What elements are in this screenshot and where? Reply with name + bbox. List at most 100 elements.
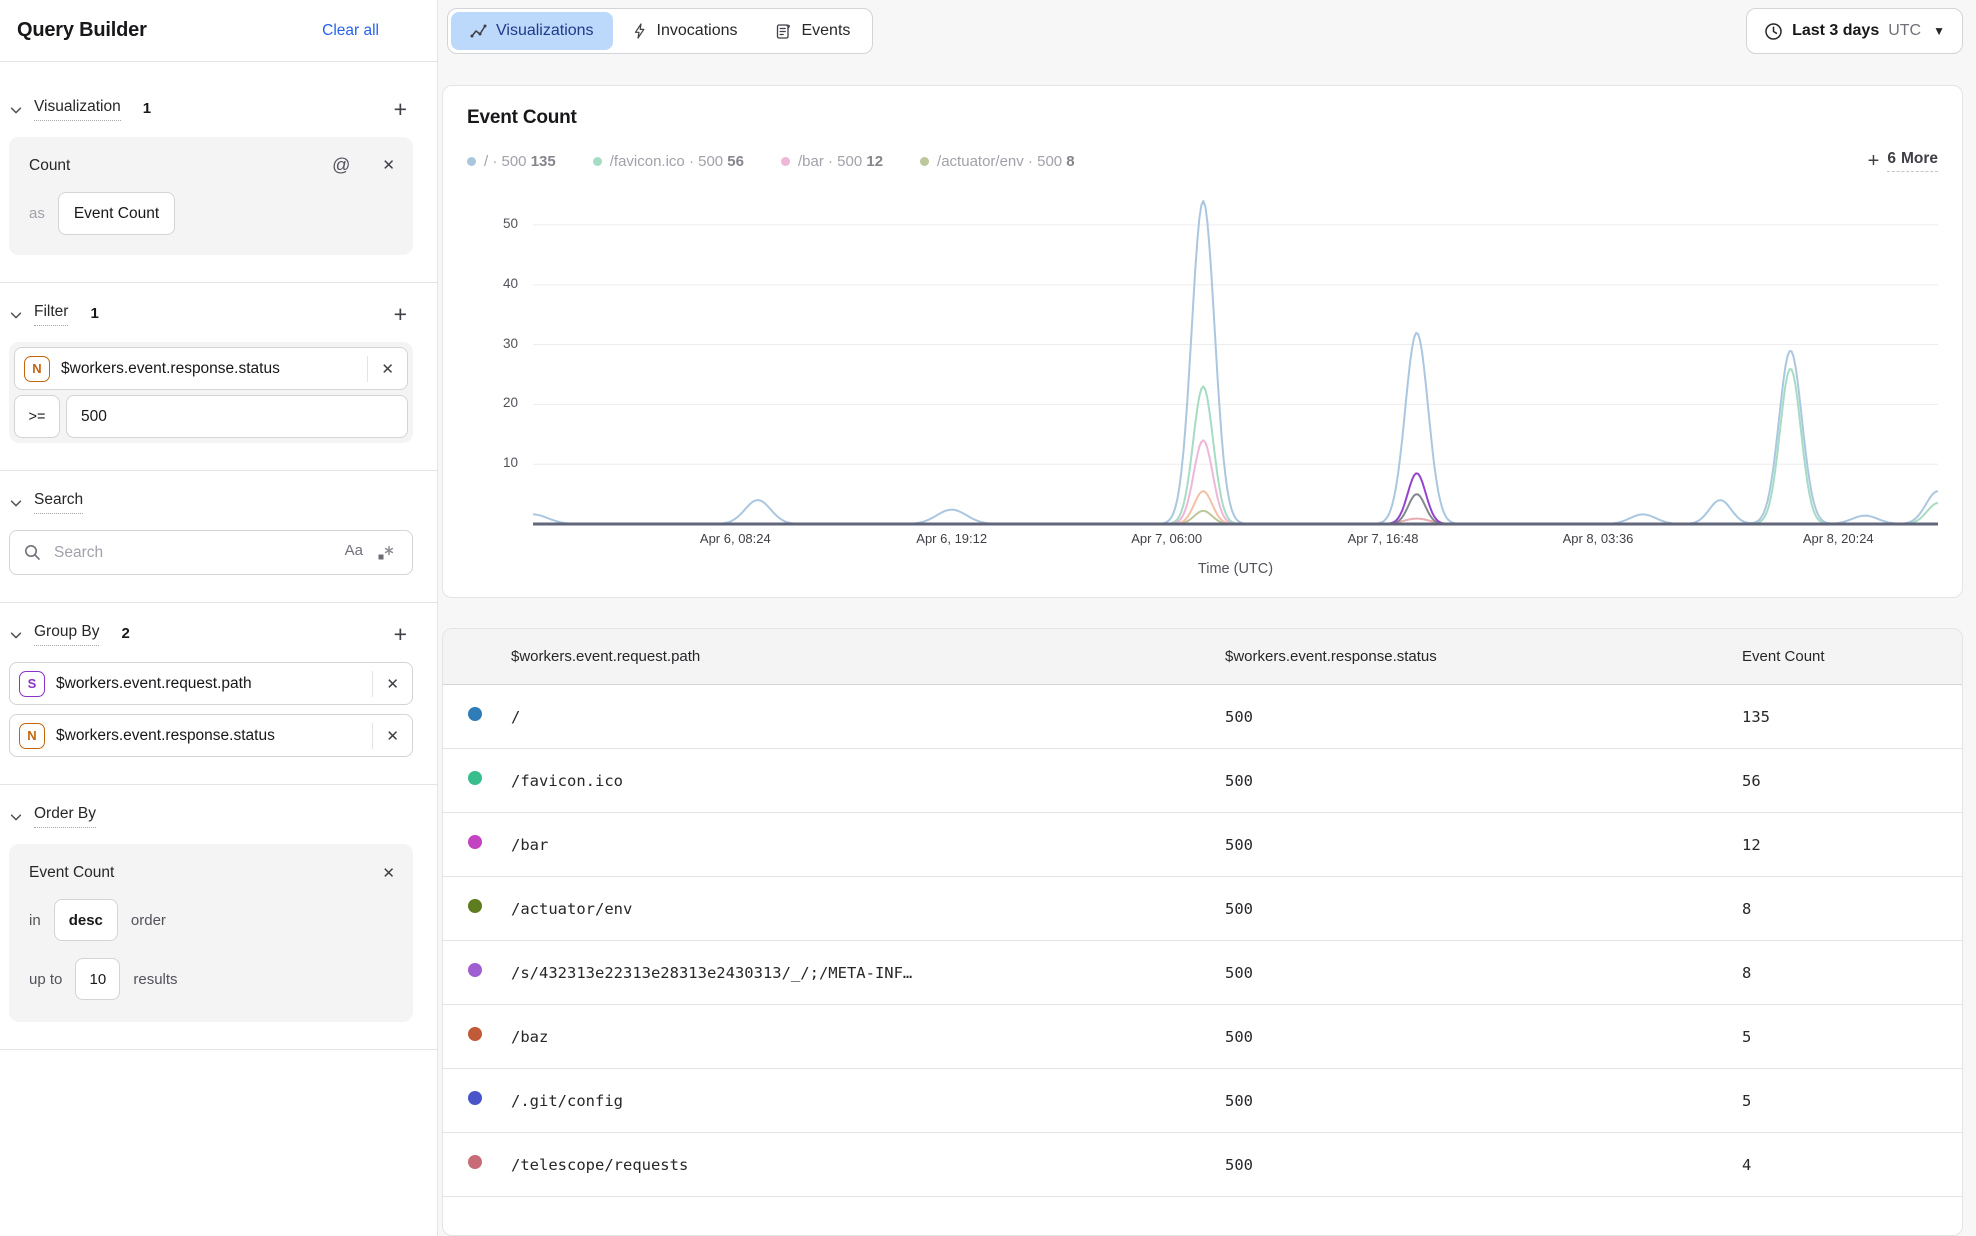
match-case-toggle[interactable]: Aa	[345, 542, 363, 559]
legend-label: /bar · 500 12	[798, 153, 883, 170]
cell-request-path: /	[511, 708, 1225, 726]
cell-response-status: 500	[1225, 772, 1742, 790]
legend-more-button[interactable]: + 6More	[1868, 150, 1938, 172]
cell-request-path: /telescope/requests	[511, 1156, 1225, 1174]
group-by-chip[interactable]: N $workers.event.response.status ✕	[9, 714, 413, 757]
series-color-dot	[468, 707, 482, 721]
search-section: Search Aa	[0, 471, 437, 602]
cell-response-status: 500	[1225, 836, 1742, 854]
legend-count: 135	[531, 153, 556, 170]
filter-operator-select[interactable]: >=	[14, 395, 60, 438]
remove-group-by-icon[interactable]: ✕	[373, 727, 412, 745]
visualization-alias-field[interactable]: Event Count	[58, 192, 175, 235]
x-tick-label: Apr 6, 08:24	[700, 531, 771, 546]
column-header-path: $workers.event.request.path	[511, 648, 1225, 665]
legend-label: /actuator/env · 500 8	[937, 153, 1075, 170]
page-title: Query Builder	[17, 19, 147, 42]
order-by-section-toggle[interactable]: Order By	[9, 805, 96, 828]
tab-label: Invocations	[657, 22, 738, 40]
legend-item[interactable]: /bar · 500 12	[781, 153, 883, 170]
event-log-icon	[775, 23, 792, 40]
table-row[interactable]: /.git/config5005	[443, 1069, 1962, 1133]
chart-legend: / · 500 135/favicon.ico · 500 56/bar · 5…	[467, 153, 1075, 170]
clear-all-button[interactable]: Clear all	[322, 22, 379, 40]
x-axis-labels: Apr 6, 08:24Apr 6, 19:12Apr 7, 06:00Apr …	[533, 531, 1938, 551]
filter-value-input[interactable]	[66, 395, 408, 438]
table-header-row: $workers.event.request.path $workers.eve…	[443, 629, 1962, 685]
x-tick-label: Apr 8, 03:36	[1563, 531, 1634, 546]
filter-field-name: $workers.event.response.status	[61, 360, 280, 378]
series-color-dot	[468, 1027, 482, 1041]
legend-item[interactable]: / · 500 135	[467, 153, 556, 170]
at-mention-icon[interactable]: @	[332, 155, 350, 176]
table-body: /500135/favicon.ico50056/bar50012/actuat…	[443, 685, 1962, 1197]
table-row[interactable]: /favicon.ico50056	[443, 749, 1962, 813]
series-color-dot	[468, 771, 482, 785]
legend-count: 8	[1066, 153, 1074, 170]
cell-event-count: 5	[1742, 1092, 1962, 1110]
table-row[interactable]: /actuator/env5008	[443, 877, 1962, 941]
series-color-dot	[468, 835, 482, 849]
group-by-section-toggle[interactable]: Group By 2	[9, 623, 130, 646]
order-by-section-label: Order By	[34, 805, 96, 828]
chevron-down-icon	[9, 103, 23, 117]
chart-series	[533, 369, 1938, 524]
cell-request-path: /favicon.ico	[511, 772, 1225, 790]
chart-plot	[533, 194, 1938, 526]
x-tick-label: Apr 8, 20:24	[1803, 531, 1874, 546]
cell-response-status: 500	[1225, 1156, 1742, 1174]
tab-label: Events	[801, 22, 850, 40]
cell-request-path: /bar	[511, 836, 1225, 854]
topbar: Visualizations Invocations Events Last 3…	[447, 8, 1963, 54]
table-row[interactable]: /telescope/requests5004	[443, 1133, 1962, 1197]
cell-event-count: 4	[1742, 1156, 1962, 1174]
table-row[interactable]: /500135	[443, 685, 1962, 749]
cell-response-status: 500	[1225, 708, 1742, 726]
result-limit-input[interactable]	[75, 958, 120, 1000]
filter-section-toggle[interactable]: Filter 1	[9, 303, 99, 326]
y-tick-label: 30	[503, 336, 518, 351]
table-row[interactable]: /s/432313e22313e28313e2430313/_/;/META-I…	[443, 941, 1962, 1005]
group-by-chip[interactable]: S $workers.event.request.path ✕	[9, 662, 413, 705]
add-group-by-button[interactable]: +	[394, 623, 407, 646]
remove-visualization-icon[interactable]: ✕	[382, 158, 395, 173]
visualization-section-label: Visualization	[34, 98, 121, 121]
legend-item[interactable]: /favicon.ico · 500 56	[593, 153, 744, 170]
visualization-section-toggle[interactable]: Visualization 1	[9, 98, 151, 121]
remove-order-by-icon[interactable]: ✕	[382, 866, 395, 881]
add-filter-button[interactable]: +	[394, 303, 407, 326]
sidebar-header: Query Builder Clear all	[0, 0, 437, 62]
number-type-badge: N	[19, 723, 45, 749]
remove-group-by-icon[interactable]: ✕	[373, 675, 412, 693]
legend-count: 56	[727, 153, 744, 170]
cell-event-count: 8	[1742, 900, 1962, 918]
series-color-dot	[468, 963, 482, 977]
table-row[interactable]: /baz5005	[443, 1005, 1962, 1069]
tab-label: Visualizations	[496, 22, 594, 40]
series-color-dot	[468, 899, 482, 913]
view-tab-group: Visualizations Invocations Events	[447, 8, 873, 54]
add-visualization-button[interactable]: +	[394, 98, 407, 121]
up-to-label: up to	[29, 971, 62, 988]
cell-response-status: 500	[1225, 1028, 1742, 1046]
order-direction-select[interactable]: desc	[54, 899, 118, 941]
tab-visualizations[interactable]: Visualizations	[451, 12, 613, 50]
query-builder-sidebar: Query Builder Clear all Visualization 1 …	[0, 0, 438, 1236]
legend-item[interactable]: /actuator/env · 500 8	[920, 153, 1075, 170]
table-row[interactable]: /bar50012	[443, 813, 1962, 877]
tab-invocations[interactable]: Invocations	[613, 12, 757, 50]
search-section-label: Search	[34, 491, 83, 514]
tab-events[interactable]: Events	[756, 12, 869, 50]
filter-section-label: Filter	[34, 303, 68, 326]
search-section-toggle[interactable]: Search	[9, 491, 83, 514]
legend-label: / · 500 135	[484, 153, 556, 170]
filter-field-chip[interactable]: N $workers.event.response.status ✕	[14, 347, 408, 390]
x-axis-title: Time (UTC)	[533, 561, 1938, 577]
legend-dot	[467, 157, 476, 166]
x-tick-label: Apr 7, 16:48	[1348, 531, 1419, 546]
time-range-dropdown[interactable]: Last 3 days UTC ▼	[1746, 8, 1963, 54]
remove-filter-icon[interactable]: ✕	[368, 360, 407, 378]
number-type-badge: N	[24, 356, 50, 382]
regex-toggle-icon[interactable]	[376, 543, 395, 562]
in-label: in	[29, 912, 41, 929]
